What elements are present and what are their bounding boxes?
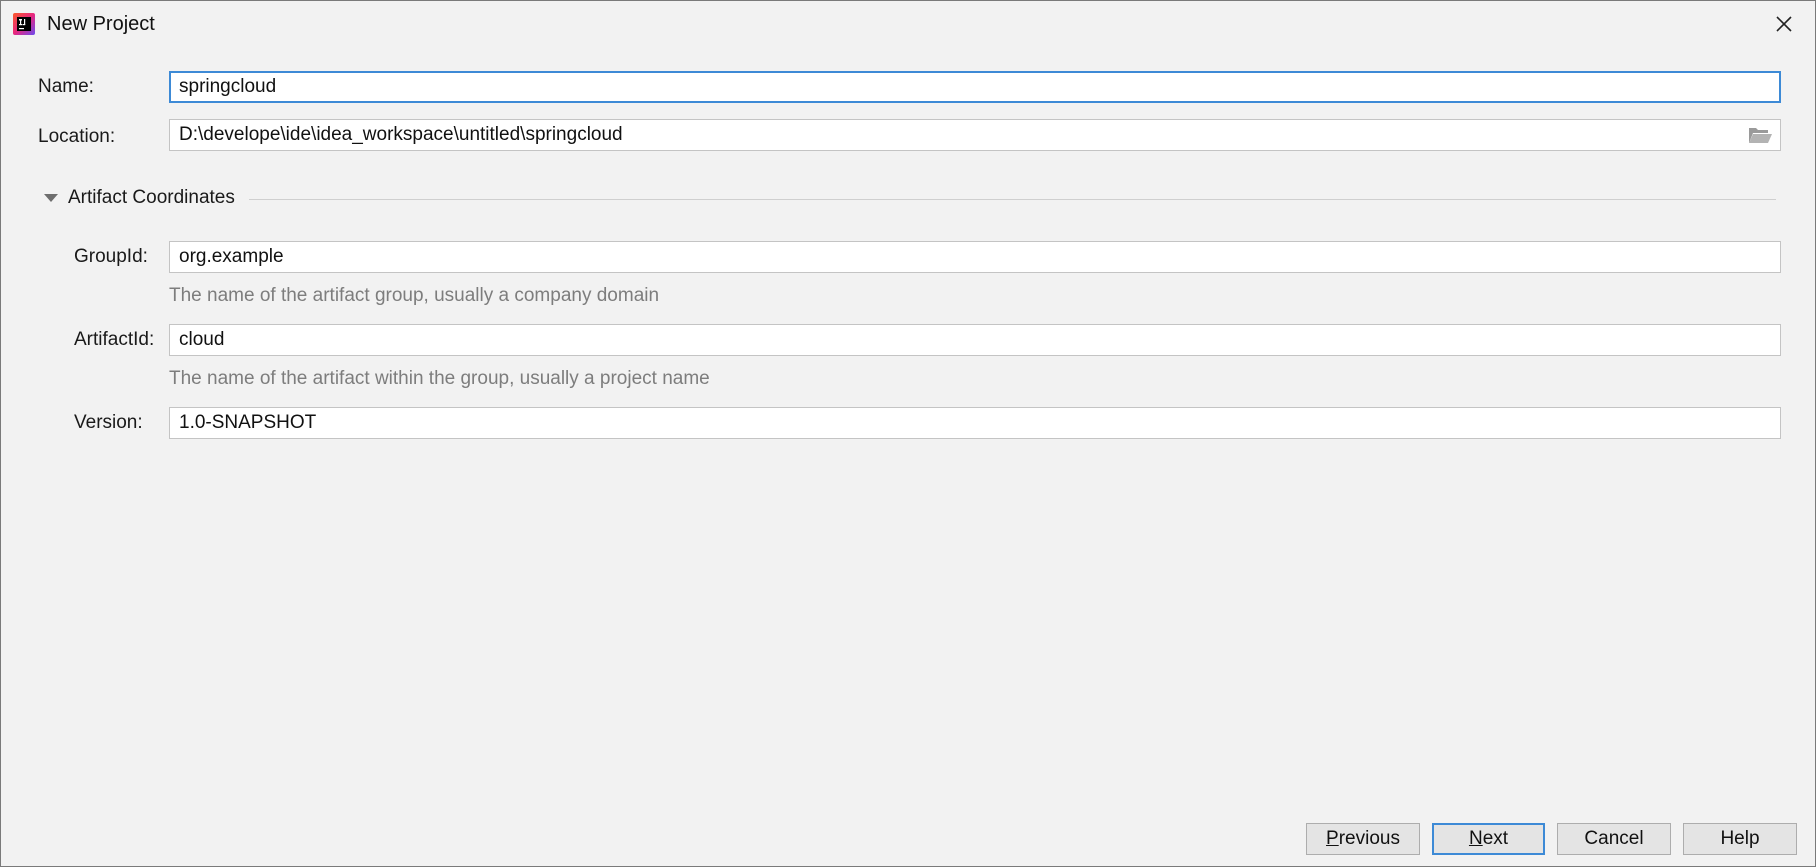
triangle-down-icon [44,194,58,202]
group-id-input[interactable] [169,241,1781,273]
previous-label-rest: revious [1338,828,1400,849]
next-mnemonic: N [1468,828,1483,849]
previous-mnemonic: P [1326,828,1339,849]
intellij-idea-icon [12,12,36,36]
group-id-hint: The name of the artifact group, usually … [169,285,660,306]
close-button[interactable] [1771,11,1797,37]
help-button[interactable]: Help [1683,823,1797,855]
artifact-id-hint: The name of the artifact within the grou… [169,368,710,389]
window-title: New Project [47,13,155,35]
version-input[interactable] [169,407,1781,439]
artifact-section-title: Artifact Coordinates [68,187,235,208]
artifact-id-label: ArtifactId: [74,329,155,350]
location-field-wrapper [169,119,1781,151]
next-label-rest: ext [1482,828,1509,849]
cancel-button[interactable]: Cancel [1557,823,1671,855]
title-bar: New Project [1,1,1815,47]
artifact-id-input[interactable] [169,324,1781,356]
name-label: Name: [38,76,94,97]
close-icon [1776,16,1792,32]
location-input[interactable] [169,119,1781,151]
new-project-dialog: New Project Name: Location: Artifact Coo… [0,0,1816,867]
group-id-label: GroupId: [74,246,148,267]
previous-button[interactable]: Previous [1306,823,1420,855]
version-label: Version: [74,412,143,433]
folder-open-icon[interactable] [1747,124,1773,146]
section-divider [249,199,1776,200]
artifact-section-toggle[interactable] [43,191,59,205]
next-button[interactable]: Next [1432,823,1545,855]
name-input[interactable] [169,71,1781,103]
location-label: Location: [38,126,116,147]
